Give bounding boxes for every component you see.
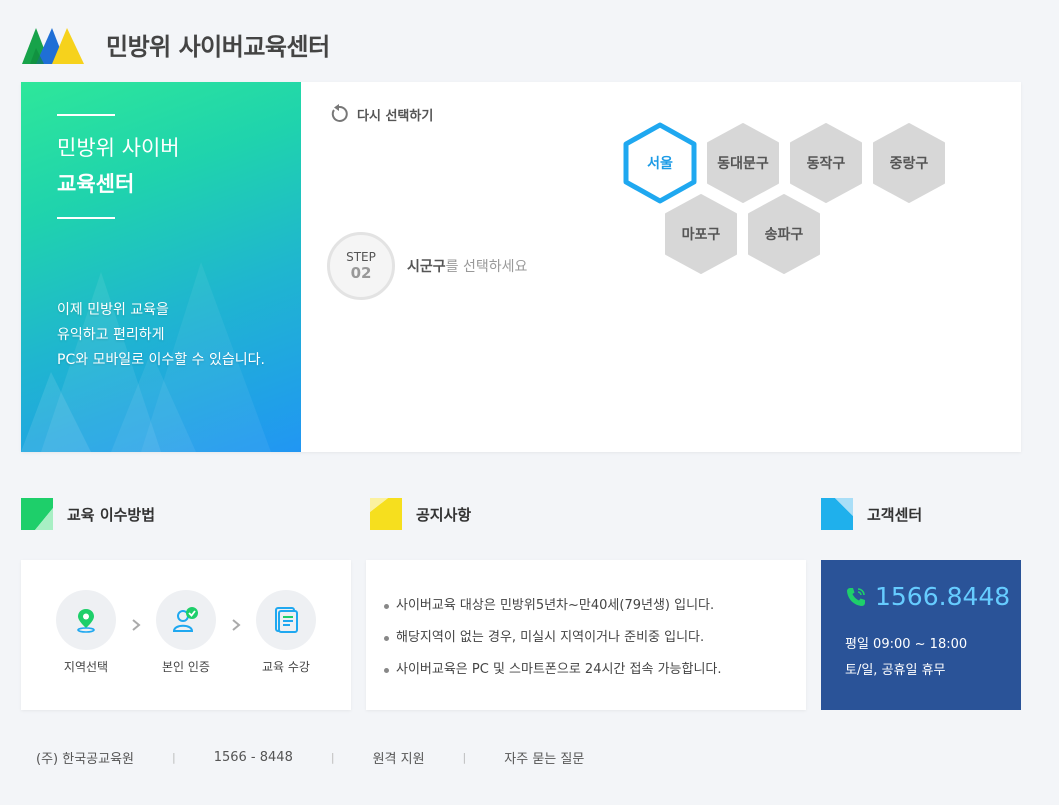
refresh-icon <box>331 104 348 122</box>
phone-icon <box>847 587 865 606</box>
chevron-right-icon <box>132 619 141 631</box>
step-label: STEP <box>346 249 376 264</box>
notice-item[interactable]: 해당지역이 없는 경우, 미실시 지역이거나 준비중 입니다. <box>384 622 722 654</box>
region-hex-seoul[interactable]: 서울 <box>623 122 697 204</box>
footer-remote-support-link[interactable]: 원격 지원 <box>373 748 425 767</box>
method-card: 지역선택 본인 인증 교육 수강 <box>21 560 351 710</box>
method-step-circle <box>156 590 216 650</box>
green-square-icon <box>21 498 53 530</box>
site-header: 민방위 사이버교육센터 <box>22 24 330 64</box>
region-label: 서울 <box>647 156 673 172</box>
blue-square-icon <box>821 498 853 530</box>
reset-label: 다시 선택하기 <box>357 108 434 124</box>
support-section-heading: 고객센터 <box>821 498 922 530</box>
weekend-hours: 토/일, 공휴일 휴무 <box>845 663 946 678</box>
step-indicator: STEP 02 시군구를 선택하세요 <box>327 232 527 300</box>
notice-list: 사이버교육 대상은 민방위5년차~만40세(79년생) 입니다. 해당지역이 없… <box>384 590 722 686</box>
region-label: 마포구 <box>681 227 721 243</box>
chevron-right-icon <box>232 619 241 631</box>
notice-card: 사이버교육 대상은 민방위5년차~만40세(79년생) 입니다. 해당지역이 없… <box>366 560 806 710</box>
method-step-circle <box>256 590 316 650</box>
region-hex-dongjak[interactable]: 동작구 <box>789 122 863 204</box>
reset-selection-button[interactable]: 다시 선택하기 <box>329 104 433 124</box>
document-icon <box>275 607 298 633</box>
promo-divider-top <box>57 114 115 116</box>
instruction-rest: 를 선택하세요 <box>445 259 528 275</box>
promo-banner: 민방위 사이버 교육센터 이제 민방위 교육을 유익하고 편리하게 PC와 모바… <box>21 82 301 452</box>
location-pin-icon <box>77 609 95 633</box>
notice-item[interactable]: 사이버교육은 PC 및 스마트폰으로 24시간 접속 가능합니다. <box>384 654 722 686</box>
promo-title-line2: 교육센터 <box>57 172 135 196</box>
method-section-heading: 교육 이수방법 <box>21 498 155 530</box>
promo-desc-line2: 유익하고 편리하게 <box>57 327 165 343</box>
notice-section-heading: 공지사항 <box>370 498 471 530</box>
region-label: 동대문구 <box>717 156 769 172</box>
footer-separator: | <box>172 751 176 764</box>
footer-faq-link[interactable]: 자주 묻는 질문 <box>504 748 584 767</box>
step-number: 02 <box>350 263 372 282</box>
support-card: 1566.8448 평일 09:00 ~ 18:00 토/일, 공휴일 휴무 <box>821 560 1021 710</box>
method-step-label: 교육 수강 <box>262 660 310 674</box>
region-label: 송파구 <box>764 227 804 243</box>
weekday-hours: 평일 09:00 ~ 18:00 <box>845 637 968 652</box>
region-hex-mapo[interactable]: 마포구 <box>664 193 738 275</box>
promo-title-line1: 민방위 사이버 <box>57 136 180 160</box>
promo-desc-line3: PC와 모바일로 이수할 수 있습니다. <box>57 352 265 368</box>
region-hex-jungnang[interactable]: 중랑구 <box>872 122 946 204</box>
footer-company: (주) 한국공교육원 <box>36 752 134 767</box>
promo-desc-line1: 이제 민방위 교육을 <box>57 302 169 318</box>
support-hours: 평일 09:00 ~ 18:00 토/일, 공휴일 휴무 <box>845 632 967 684</box>
method-step-verify[interactable]: 본인 인증 <box>151 590 221 675</box>
promo-title: 민방위 사이버 교육센터 <box>57 130 180 202</box>
method-step-region[interactable]: 지역선택 <box>51 590 121 675</box>
promo-description: 이제 민방위 교육을 유익하고 편리하게 PC와 모바일로 이수할 수 있습니다… <box>57 298 265 373</box>
footer-phone[interactable]: 1566 - 8448 <box>214 750 293 765</box>
region-hex-songpa[interactable]: 송파구 <box>747 193 821 275</box>
step-badge: STEP 02 <box>327 232 395 300</box>
notice-item[interactable]: 사이버교육 대상은 민방위5년차~만40세(79년생) 입니다. <box>384 590 722 622</box>
method-step-label: 본인 인증 <box>162 660 210 674</box>
site-footer: (주) 한국공교육원 | 1566 - 8448 | 원격 지원 | 자주 묻는… <box>36 748 584 767</box>
support-phone[interactable]: 1566.8448 <box>845 582 1010 611</box>
method-step-circle <box>56 590 116 650</box>
yellow-square-icon <box>370 498 402 530</box>
instruction-emphasis: 시군구 <box>407 259 446 275</box>
region-hex-dongdaemun[interactable]: 동대문구 <box>706 122 780 204</box>
footer-separator: | <box>330 751 335 764</box>
user-check-icon <box>172 607 198 632</box>
region-label: 동작구 <box>806 156 846 172</box>
step-instruction: 시군구를 선택하세요 <box>407 256 527 276</box>
method-step-label: 지역선택 <box>63 660 109 674</box>
site-title: 민방위 사이버교육센터 <box>106 32 330 61</box>
method-step-course[interactable]: 교육 수강 <box>251 590 321 675</box>
support-section-title: 고객센터 <box>867 505 923 524</box>
method-section-title: 교육 이수방법 <box>67 505 156 524</box>
region-select-panel: 민방위 사이버 교육센터 이제 민방위 교육을 유익하고 편리하게 PC와 모바… <box>21 82 1021 452</box>
support-phone-number: 1566.8448 <box>875 582 1011 611</box>
region-label: 중랑구 <box>889 156 929 172</box>
logo[interactable] <box>22 24 84 64</box>
promo-divider-bottom <box>57 217 115 219</box>
notice-section-title: 공지사항 <box>416 505 472 524</box>
footer-separator: | <box>462 751 467 764</box>
